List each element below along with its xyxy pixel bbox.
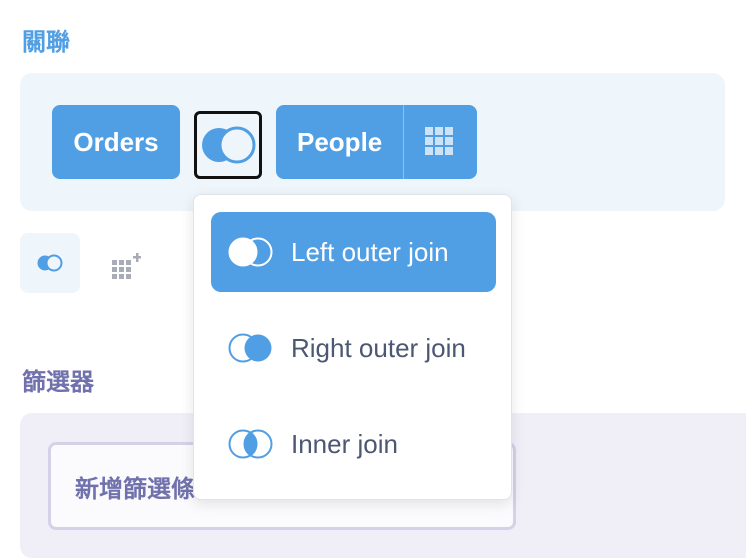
right-table-button[interactable]: People: [276, 105, 477, 179]
join-type-button[interactable]: [194, 111, 262, 179]
join-option-label: Inner join: [291, 428, 398, 459]
join-option-inner[interactable]: Inner join: [211, 404, 496, 484]
join-option-left-outer[interactable]: Left outer join: [211, 212, 496, 292]
join-option-right-outer[interactable]: Right outer join: [211, 308, 496, 388]
left-table-button[interactable]: Orders: [52, 105, 180, 179]
add-join-button[interactable]: [20, 233, 80, 293]
join-icon: [37, 254, 63, 272]
inner-join-icon: [228, 429, 273, 459]
join-option-label: Right outer join: [291, 332, 466, 363]
right-table-label: People: [297, 126, 383, 157]
left-table-label: Orders: [73, 126, 159, 157]
join-option-label: Left outer join: [291, 236, 449, 267]
table-columns-icon[interactable]: [425, 127, 453, 155]
filter-section-title: 篩選器: [22, 368, 94, 396]
add-custom-column-icon[interactable]: [106, 248, 146, 282]
left-outer-join-icon: [228, 237, 273, 267]
join-section-title: 關聯: [22, 28, 70, 56]
pill-divider: [403, 105, 404, 179]
right-outer-join-icon: [228, 333, 272, 363]
left-outer-join-icon: [202, 126, 256, 164]
join-type-dropdown: Left outer join Right outer join Inner j…: [193, 194, 512, 500]
